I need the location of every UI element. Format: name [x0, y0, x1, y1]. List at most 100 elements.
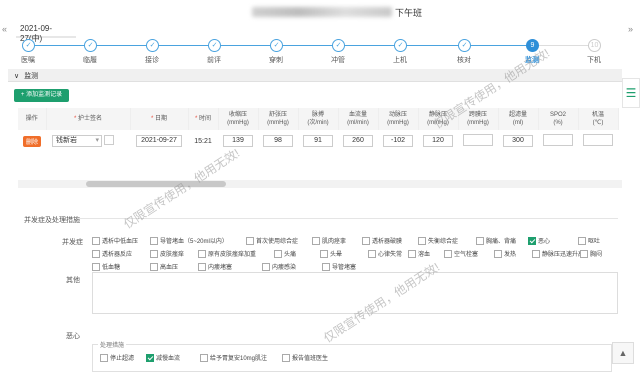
scroll-right-icon[interactable]: » [628, 24, 633, 34]
complication-option[interactable]: 头晕 [320, 249, 342, 259]
checkbox-icon[interactable] [282, 354, 290, 363]
step-4-marker[interactable]: ✓ [208, 39, 221, 52]
complication-option[interactable]: 给予胃复安10mg肌注 [200, 353, 267, 363]
complication-option[interactable]: 呕吐 [578, 236, 600, 246]
step-5-marker[interactable]: ✓ [270, 39, 283, 52]
checkbox-icon[interactable] [274, 250, 282, 259]
complication-option[interactable]: 头痛 [274, 249, 296, 259]
step-label[interactable]: 接诊 [127, 55, 177, 65]
complication-option[interactable]: 胸痛、背痛 [476, 236, 516, 246]
step-7-marker[interactable]: ✓ [394, 39, 407, 52]
checkbox-icon[interactable] [532, 250, 540, 259]
checkbox-icon[interactable] [320, 250, 328, 259]
complication-option[interactable]: 原有皮肤瘙痒加重 [198, 249, 256, 259]
step-label[interactable]: 核对 [439, 55, 489, 65]
step-label[interactable]: 上机 [375, 55, 425, 65]
checkbox-icon[interactable] [368, 250, 376, 259]
complication-option[interactable]: 胸闷 [580, 249, 602, 259]
step-label[interactable]: 临履 [65, 55, 115, 65]
complication-option[interactable]: 静脉压迅速升高 [532, 249, 584, 259]
spo2-input[interactable] [543, 134, 573, 146]
checkbox-icon[interactable] [312, 237, 320, 246]
complication-option[interactable]: 心律失常 [368, 249, 402, 259]
complication-option[interactable]: 导管堵塞 [322, 262, 356, 272]
nurse-select[interactable]: 钱新岩 ▾ [52, 135, 102, 147]
checkbox-icon[interactable] [92, 263, 100, 272]
checkbox-icon[interactable] [246, 237, 254, 246]
signature-icon[interactable] [103, 135, 114, 146]
complication-option[interactable]: 肌肉痉挛 [312, 236, 346, 246]
checkbox-icon[interactable] [362, 237, 370, 246]
checkbox-icon[interactable] [578, 237, 586, 246]
complication-option[interactable]: 发热 [494, 249, 516, 259]
checkbox-icon[interactable] [200, 354, 208, 363]
menu-icon[interactable]: ☰ [622, 78, 640, 108]
step-6-marker[interactable]: ✓ [332, 39, 345, 52]
step-label[interactable]: 冲管 [313, 55, 363, 65]
step-label[interactable]: 下机 [569, 55, 619, 65]
checkbox-icon[interactable] [150, 250, 158, 259]
tmp-input[interactable] [463, 134, 493, 146]
complication-option[interactable]: 失衡综合症 [418, 236, 458, 246]
step-label[interactable]: 穿刺 [251, 55, 301, 65]
add-monitor-record-button[interactable]: + 添加监测记录 [14, 89, 69, 102]
step-1-marker[interactable]: ✓ [22, 39, 35, 52]
complication-option[interactable]: 报告值班医生 [282, 353, 328, 363]
date-tab[interactable]: 2021-09-27(中) [16, 22, 76, 43]
blood-flow-input[interactable]: 260 [343, 135, 373, 147]
step-3-marker[interactable]: ✓ [146, 39, 159, 52]
scroll-left-icon[interactable]: « [2, 24, 7, 34]
temp-input[interactable] [583, 134, 613, 146]
step-10-marker[interactable]: 10 [588, 39, 601, 52]
complication-option[interactable]: 透析器破膜 [362, 236, 403, 246]
checkbox-icon[interactable] [444, 250, 452, 259]
diastolic-input[interactable]: 98 [263, 135, 293, 147]
complication-option[interactable]: 内瘘感染 [262, 262, 296, 272]
checkbox-icon[interactable] [494, 250, 502, 259]
step-2-marker[interactable]: ✓ [84, 39, 97, 52]
complication-option[interactable]: 停止超滤 [100, 353, 134, 363]
checkbox-icon[interactable] [92, 237, 100, 246]
step-label[interactable]: 前评 [189, 55, 239, 65]
arterial-input[interactable]: -102 [383, 135, 413, 147]
monitor-table: 操作 * 护士签名 * 日期 * 时间 收缩压 (mmHg) 舒张压 (mmHg) 脉搏 (次/m… [18, 108, 619, 152]
checkbox-icon[interactable] [150, 263, 158, 272]
complication-option[interactable]: 空气栓塞 [444, 249, 478, 259]
checkbox-icon[interactable] [150, 237, 158, 246]
complication-option[interactable]: 高血压 [150, 262, 178, 272]
complication-option[interactable]: 溶血 [408, 249, 430, 259]
date-input[interactable]: 2021-09-27 [136, 135, 182, 147]
step-label[interactable]: 医嘱 [3, 55, 53, 65]
complication-option[interactable]: 内瘘堵塞 [198, 262, 232, 272]
checkbox-checked-icon[interactable] [146, 354, 154, 363]
checkbox-icon[interactable] [198, 263, 206, 272]
checkbox-icon[interactable] [322, 263, 330, 272]
option-label: 透析器破膜 [372, 239, 403, 245]
complication-option[interactable]: 减慢血流 [146, 353, 180, 363]
pulse-input[interactable]: 91 [303, 135, 333, 147]
checkbox-icon[interactable] [408, 250, 416, 259]
uf-input[interactable]: 300 [503, 135, 533, 147]
complication-label: 并发症 [62, 239, 83, 246]
venous-input[interactable]: 120 [423, 135, 453, 147]
complication-option[interactable]: 低血糖 [92, 262, 120, 272]
complication-option[interactable]: 首次使用综合症 [246, 236, 298, 246]
systolic-input[interactable]: 139 [223, 135, 253, 147]
complication-option[interactable]: 恶心 [528, 236, 550, 246]
complication-option[interactable]: 皮肤瘙痒 [150, 249, 184, 259]
checkbox-checked-icon[interactable] [528, 237, 536, 246]
delete-button[interactable]: 删除 [22, 135, 41, 147]
step-8-marker[interactable]: ✓ [458, 39, 471, 52]
complication-option[interactable]: 透析中低血压 [92, 236, 138, 246]
checkbox-icon[interactable] [198, 250, 206, 259]
checkbox-icon[interactable] [92, 250, 100, 259]
complication-option[interactable]: 导管堵血（5~20ml以内） [150, 236, 228, 246]
checkbox-icon[interactable] [418, 237, 426, 246]
complication-option[interactable]: 透析器反应 [92, 249, 132, 259]
checkbox-icon[interactable] [476, 237, 484, 246]
back-to-top-icon[interactable]: ▲ [612, 342, 634, 364]
time-value[interactable]: 15:21 [194, 138, 212, 145]
checkbox-icon[interactable] [580, 250, 588, 259]
checkbox-icon[interactable] [100, 354, 108, 363]
checkbox-icon[interactable] [262, 263, 270, 272]
